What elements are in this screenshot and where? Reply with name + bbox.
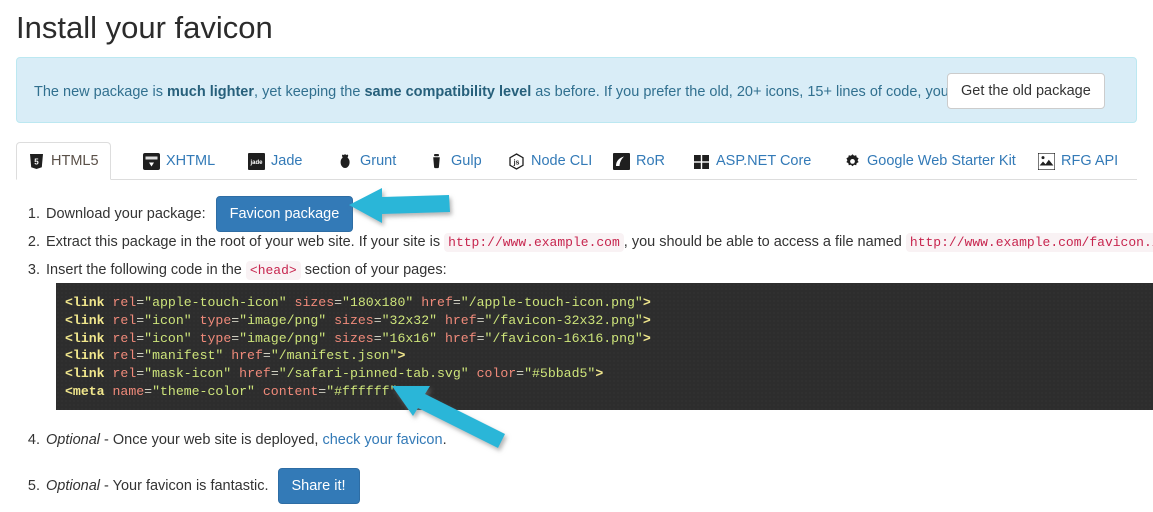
alert-text-part-3: as before. If you prefer the old, 20+ ic… [531, 84, 977, 100]
head-code-block[interactable]: <link rel="apple-touch-icon" sizes="180x… [56, 283, 1153, 410]
tab-label: ASP.NET Core [716, 153, 812, 169]
page-title: Install your favicon [16, 10, 273, 45]
arrow-to-favicon-package [349, 188, 450, 223]
tab-rfg-api[interactable]: RFG API [1026, 142, 1130, 180]
step-5-text-a: - Your favicon is fantastic. [104, 477, 269, 494]
step-5-optional-label: Optional [46, 477, 101, 494]
step-2-text-b: , you should be able to access a file na… [623, 234, 902, 250]
tab-label: Grunt [360, 153, 397, 169]
tab-grunt[interactable]: Grunt [325, 142, 408, 180]
tab-xhtml[interactable]: XHTML [131, 142, 227, 180]
step-4: 4. Optional - Once your web site is deplo… [18, 430, 447, 450]
step-1-text: Download your package: [46, 205, 206, 222]
tab-node-cli[interactable]: js Node CLI [496, 142, 604, 180]
tab-label: Google Web Starter Kit [867, 153, 1016, 169]
gulp-icon [428, 153, 445, 170]
head-tag-code: <head> [245, 261, 301, 280]
step-1-number: 1. [27, 205, 40, 222]
gear-icon [844, 153, 861, 170]
share-it-button[interactable]: Share it! [277, 468, 360, 504]
xhtml-icon [143, 152, 160, 170]
grunt-icon [337, 153, 354, 170]
nodejs-icon: js [508, 152, 525, 170]
step-4-text-b: . [442, 432, 447, 448]
tab-aspnet-core[interactable]: ASP.NET Core [681, 142, 823, 180]
tab-label: HTML5 [51, 153, 99, 169]
tab-label: Node CLI [531, 153, 593, 169]
step-2: 2. Extract this package in the root of yo… [18, 232, 1153, 253]
step-4-text-a: - Once your web site is deployed, [104, 432, 319, 448]
step-5: 5. Optional - Your favicon is fantastic. … [18, 468, 360, 504]
tab-label: Gulp [451, 153, 482, 169]
tab-label: RoR [636, 153, 666, 169]
step-3-text-a: Insert the following code in the [46, 262, 242, 278]
svg-text:5: 5 [34, 157, 39, 166]
favicon-package-button[interactable]: Favicon package [215, 196, 354, 232]
step-2-text-a: Extract this package in the root of your… [46, 234, 441, 250]
step-3-text-b: section of your pages: [304, 262, 447, 278]
step-1: 1. Download your package: Favicon package [18, 196, 354, 232]
example-url-code: http://www.example.com [444, 233, 624, 252]
alert-text-bold-2: same compatibility level [364, 84, 532, 100]
tab-google-web-starter-kit[interactable]: Google Web Starter Kit [832, 142, 1028, 180]
tab-jade[interactable]: jade Jade [236, 142, 314, 180]
step-5-number: 5. [27, 477, 40, 494]
windows-icon [693, 153, 710, 170]
tab-label: XHTML [166, 153, 216, 169]
tab-label: Jade [271, 153, 303, 169]
step-4-number: 4. [27, 432, 40, 448]
alert-text-part-2: , yet keeping the [254, 84, 365, 100]
html5-icon: 5 [28, 153, 45, 170]
alert-text-bold-1: much lighter [167, 84, 255, 100]
jade-icon: jade [248, 152, 265, 170]
svg-text:js: js [513, 159, 520, 166]
step-2-number: 2. [27, 234, 40, 250]
get-old-package-button[interactable]: Get the old package [947, 73, 1105, 109]
tab-ror[interactable]: RoR [601, 142, 677, 180]
format-tabs: 5 HTML5 XHTML jade Jade Grunt Gulp js No… [16, 142, 1137, 180]
tab-html5[interactable]: 5 HTML5 [16, 142, 111, 180]
tab-gulp[interactable]: Gulp [416, 142, 494, 180]
head-code-content: <link rel="apple-touch-icon" sizes="180x… [65, 295, 651, 399]
info-alert: The new package is much lighter, yet kee… [16, 57, 1137, 123]
step-4-optional-label: Optional [46, 432, 101, 448]
favicon-ico-url-code: http://www.example.com/favicon.ico [905, 233, 1153, 252]
step-3: 3. Insert the following code in the <head… [18, 260, 447, 281]
step-3-number: 3. [27, 262, 40, 278]
check-your-favicon-link[interactable]: check your favicon [322, 432, 442, 448]
rails-icon [613, 152, 630, 170]
svg-text:jade: jade [249, 160, 263, 166]
alert-message: The new package is much lighter, yet kee… [34, 82, 976, 102]
alert-text-part-1: The new package is [34, 84, 167, 100]
tab-label: RFG API [1061, 153, 1119, 169]
install-favicon-page: Install your favicon The new package is … [0, 0, 1153, 512]
rfg-api-icon [1037, 151, 1056, 171]
